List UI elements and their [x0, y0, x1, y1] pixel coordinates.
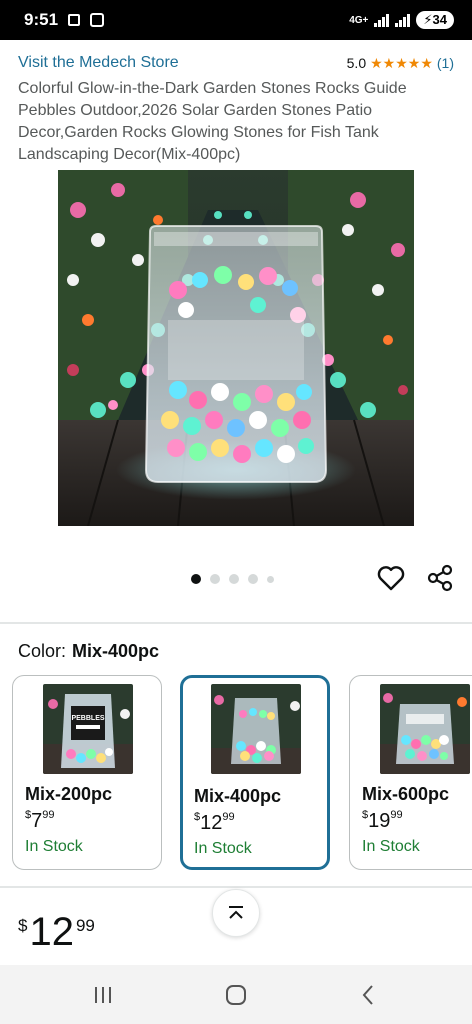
- price-cents: 99: [222, 811, 235, 823]
- back-icon[interactable]: [355, 982, 381, 1008]
- status-time: 9:51: [24, 10, 59, 29]
- color-option-price: $1299: [194, 811, 235, 835]
- price-currency: $: [18, 916, 28, 935]
- signal-icon-2: [395, 13, 411, 27]
- price-cents: 99: [75, 916, 95, 935]
- price-dollars: 7: [31, 810, 43, 832]
- color-label: Color:: [18, 641, 67, 661]
- product-title: Colorful Glow-in-the-Dark Garden Stones …: [18, 80, 407, 163]
- scroll-to-top-button[interactable]: [212, 889, 260, 937]
- system-nav-bar: [0, 965, 472, 1024]
- store-row: Visit the Medech Store 5.0 ★★★★★ (1): [18, 54, 454, 72]
- color-option-mix-400pc[interactable]: Mix-400pc $1299 In Stock: [180, 675, 330, 870]
- screenshot-icon: [90, 13, 105, 27]
- color-option-name: Mix-400pc: [194, 786, 282, 806]
- rating[interactable]: 5.0 ★★★★★ (1): [347, 55, 454, 72]
- product-photo: [58, 170, 414, 526]
- color-option-stock: In Stock: [362, 838, 420, 855]
- product-image[interactable]: [58, 170, 414, 526]
- rating-value: 5.0: [346, 55, 367, 71]
- pagination-dot[interactable]: [267, 575, 274, 583]
- product-price: $ 12 99: [18, 910, 95, 955]
- color-label-row: Color: Mix-400pc: [18, 641, 159, 662]
- pagination-dot[interactable]: [229, 574, 239, 584]
- network-type: 4G+: [349, 14, 369, 26]
- color-option-thumbnail: PEBBLES: [43, 684, 133, 774]
- price-cents: 99: [390, 809, 403, 821]
- rating-count[interactable]: (1): [437, 55, 454, 71]
- color-option-thumbnail: [380, 684, 470, 774]
- color-option-name: Mix-200pc: [25, 784, 113, 804]
- home-icon[interactable]: [223, 982, 249, 1008]
- color-selected-value: Mix-400pc: [72, 641, 160, 661]
- color-option-mix-600pc[interactable]: Mix-600pc $1999 In Stock: [349, 675, 472, 870]
- recent-apps-icon[interactable]: [90, 982, 116, 1008]
- chevron-up-icon: [229, 906, 243, 919]
- thumbnail-text: PEBBLES: [71, 715, 104, 722]
- pagination-dot[interactable]: [210, 574, 220, 584]
- color-option-name: Mix-600pc: [362, 784, 450, 804]
- pagination-dot[interactable]: [248, 574, 258, 584]
- color-option-price: $1999: [362, 809, 403, 833]
- section-divider: [0, 886, 472, 888]
- color-option-stock: In Stock: [194, 840, 252, 857]
- price-dollars: 12: [29, 910, 74, 954]
- color-option-price: $799: [25, 809, 55, 833]
- signal-icon: [374, 13, 390, 27]
- store-link[interactable]: Visit the Medech Store: [18, 54, 179, 72]
- color-option-stock: In Stock: [25, 838, 83, 855]
- price-dollars: 19: [368, 810, 391, 832]
- pagination-dot-active[interactable]: [191, 574, 201, 584]
- notification-icon: [68, 14, 81, 26]
- battery-level: 34: [432, 12, 447, 27]
- status-bar: 9:51 4G+ ⚡34: [0, 0, 472, 40]
- share-icon[interactable]: [425, 563, 455, 593]
- color-option-mix-200pc[interactable]: PEBBLES Mix-200pc $799 In Stock: [12, 675, 162, 870]
- color-option-thumbnail: [211, 684, 301, 774]
- price-dollars: 12: [200, 812, 223, 834]
- battery-indicator: ⚡34: [416, 11, 454, 29]
- heart-icon[interactable]: [376, 563, 406, 593]
- price-cents: 99: [42, 809, 55, 821]
- section-divider: [0, 622, 472, 624]
- image-pagination: [191, 574, 274, 584]
- rating-stars: ★★★★★: [370, 54, 433, 71]
